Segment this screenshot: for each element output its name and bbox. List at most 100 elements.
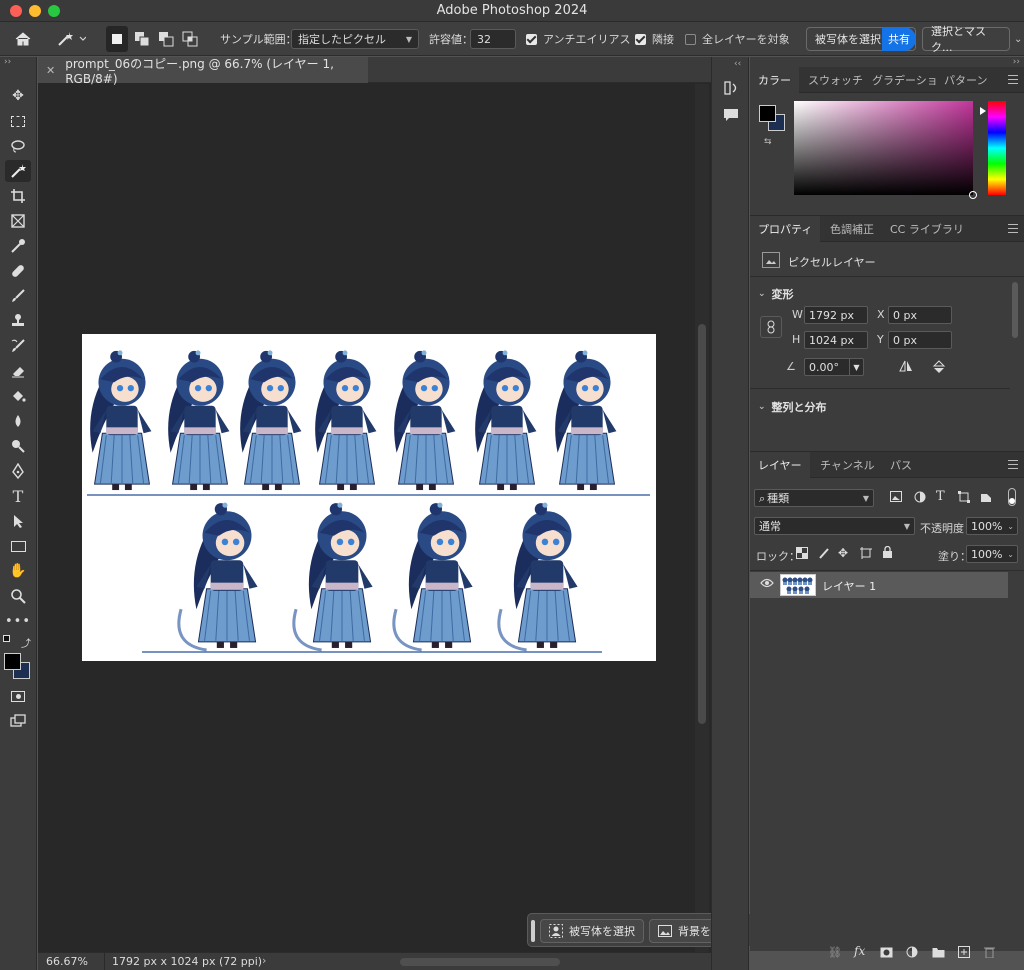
filter-toggle[interactable] <box>1008 488 1016 506</box>
adjustment-layer-icon[interactable] <box>906 946 918 961</box>
layer-row[interactable]: レイヤー 1 <box>750 572 1008 598</box>
panel-color-swatches[interactable] <box>759 105 787 133</box>
zoom-level[interactable]: 66.67% <box>46 955 88 968</box>
contiguous-checkbox[interactable]: 隣接 <box>635 22 674 56</box>
tab-layers[interactable]: レイヤー <box>750 452 810 478</box>
layer-filter-select[interactable]: ⌕ 種類 ▼ <box>754 489 874 507</box>
link-layers-icon[interactable]: ⛓ <box>828 946 842 959</box>
vertical-scrollbar[interactable] <box>695 84 709 952</box>
fx-icon[interactable]: fx <box>854 944 865 958</box>
y-input[interactable]: 0 px <box>888 331 952 349</box>
pen-tool-icon[interactable] <box>5 460 31 482</box>
share-button[interactable]: 共有 <box>882 27 916 51</box>
lock-position-icon[interactable]: ✥ <box>838 546 848 560</box>
home-button[interactable] <box>14 22 32 56</box>
paint-bucket-tool-icon[interactable] <box>5 385 31 407</box>
frame-tool-icon[interactable] <box>5 210 31 232</box>
delete-layer-icon[interactable] <box>984 946 995 961</box>
all-layers-checkbox[interactable]: 全レイヤーを対象 <box>685 22 790 56</box>
lock-all-icon[interactable] <box>882 545 893 562</box>
expand-icon[interactable]: ›› <box>4 57 11 67</box>
color-swatches[interactable] <box>4 653 32 681</box>
width-input[interactable]: 1792 px <box>804 306 868 324</box>
tab-swatches[interactable]: スウォッチ <box>800 67 871 93</box>
tab-gradients[interactable]: グラデーショ <box>864 67 946 93</box>
height-input[interactable]: 1024 px <box>804 331 868 349</box>
lock-transparent-icon[interactable] <box>796 547 808 562</box>
task-select-subject-button[interactable]: 被写体を選択 <box>540 919 644 943</box>
new-selection-mode[interactable] <box>106 26 128 52</box>
add-selection-mode[interactable] <box>134 22 150 56</box>
sample-size-select[interactable]: 指定したピクセル ▼ <box>291 29 419 49</box>
horizontal-scroll-thumb[interactable] <box>400 958 560 966</box>
default-colors-icon[interactable]: ⤴ <box>3 635 33 650</box>
swap-colors-icon[interactable]: ⇆ <box>764 137 772 147</box>
fill-input[interactable]: 100% ⌄ <box>966 545 1018 563</box>
select-subject-button[interactable]: 被写体を選択 共有 <box>806 27 916 51</box>
layer-name[interactable]: レイヤー 1 <box>822 578 876 594</box>
path-selection-tool-icon[interactable] <box>5 510 31 532</box>
filter-shape-icon[interactable] <box>958 491 970 506</box>
hue-slider[interactable] <box>988 101 1006 195</box>
eyedropper-tool-icon[interactable] <box>5 235 31 257</box>
new-layer-icon[interactable] <box>958 946 970 961</box>
x-input[interactable]: 0 px <box>888 306 952 324</box>
drag-handle[interactable] <box>531 920 535 942</box>
align-section-header[interactable]: ⌄ 整列と分布 <box>758 399 827 415</box>
eraser-tool-icon[interactable] <box>5 360 31 382</box>
comments-panel-icon[interactable] <box>723 107 739 126</box>
move-tool-icon[interactable]: ✥ <box>5 85 31 107</box>
lasso-tool-icon[interactable] <box>5 135 31 157</box>
healing-brush-tool-icon[interactable] <box>5 260 31 282</box>
screen-mode-icon[interactable] <box>5 710 31 732</box>
angle-input[interactable]: 0.00° ▼ <box>804 358 864 376</box>
add-mask-icon[interactable] <box>880 947 893 961</box>
quick-mask-icon[interactable] <box>5 685 31 707</box>
type-tool-icon[interactable]: T <box>5 485 31 507</box>
tolerance-input[interactable]: 32 <box>470 29 516 49</box>
visibility-eye-icon[interactable] <box>760 578 774 591</box>
hue-slider-marker[interactable] <box>980 107 986 115</box>
filter-pixel-icon[interactable] <box>890 491 902 505</box>
tab-adjustments[interactable]: 色調補正 <box>822 216 882 242</box>
tab-properties[interactable]: プロパティ <box>750 216 821 242</box>
collapse-icon[interactable]: ‹‹ <box>734 59 741 69</box>
filter-type-icon[interactable]: T <box>936 489 945 504</box>
transform-section-header[interactable]: ⌄ 変形 <box>758 286 794 302</box>
subtract-selection-mode[interactable] <box>158 22 174 56</box>
chevron-down-icon[interactable]: ⌄ <box>1014 22 1022 56</box>
magic-wand-tool-icon[interactable] <box>5 160 31 182</box>
lock-paint-icon[interactable] <box>818 547 830 562</box>
flip-horizontal-icon[interactable] <box>898 359 914 376</box>
blur-tool-icon[interactable] <box>5 410 31 432</box>
tab-channels[interactable]: チャンネル <box>812 452 883 478</box>
dodge-tool-icon[interactable] <box>5 435 31 457</box>
foreground-color-swatch[interactable] <box>4 653 21 670</box>
antialias-checkbox[interactable]: アンチエイリアス <box>526 22 631 56</box>
panel-menu-icon[interactable] <box>1008 460 1018 469</box>
magic-wand-preset-button[interactable] <box>56 22 86 56</box>
history-panel-icon[interactable] <box>722 79 740 100</box>
flip-vertical-icon[interactable] <box>932 359 946 378</box>
filter-smart-object-icon[interactable] <box>980 491 992 506</box>
hand-tool-icon[interactable]: ✋ <box>5 560 31 582</box>
vertical-scroll-thumb[interactable] <box>698 324 706 724</box>
select-and-mask-button[interactable]: 選択とマスク... <box>922 25 1010 54</box>
filter-adjustment-icon[interactable] <box>914 491 926 506</box>
panel-menu-icon[interactable] <box>1008 75 1018 84</box>
tab-patterns[interactable]: パターン <box>936 67 995 93</box>
collapse-panels-icon[interactable]: ›› <box>1013 57 1020 67</box>
opacity-input[interactable]: 100% ⌄ <box>966 517 1018 535</box>
rectangle-tool-icon[interactable] <box>5 535 31 557</box>
blend-mode-select[interactable]: 通常 ▼ <box>754 517 915 535</box>
marquee-tool-icon[interactable] <box>5 110 31 132</box>
brush-tool-icon[interactable] <box>5 285 31 307</box>
document-tab[interactable]: ✕ prompt_06のコピー.png @ 66.7% (レイヤー 1, RGB… <box>38 57 368 86</box>
history-brush-tool-icon[interactable] <box>5 335 31 357</box>
crop-tool-icon[interactable] <box>5 185 31 207</box>
new-group-icon[interactable] <box>932 947 945 961</box>
close-tab-icon[interactable]: ✕ <box>46 64 55 77</box>
link-dimensions-icon[interactable] <box>760 316 782 338</box>
tab-paths[interactable]: パス <box>882 452 920 478</box>
chevron-right-icon[interactable]: › <box>262 954 266 967</box>
